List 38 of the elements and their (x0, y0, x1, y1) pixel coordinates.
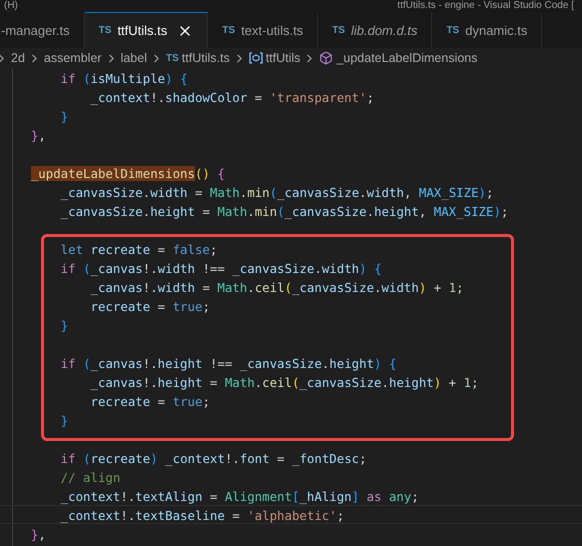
code-line: recreate = true; (90, 298, 211, 315)
code-line: } (60, 108, 70, 125)
module-icon (248, 52, 263, 64)
code-line: _context!.shadowColor = 'transparent'; (90, 89, 376, 106)
typescript-icon: TS (166, 52, 179, 64)
typescript-icon: TS (332, 25, 345, 36)
code-line: }, (30, 127, 47, 144)
breadcrumb-item[interactable]: ttfUtils (266, 51, 300, 65)
window-title: ttfUtils.ts - engine - Visual Studio Code [ (397, 0, 574, 12)
code-line: _canvas!.width = Math.ceil(_canvasSize.width) + 1; (90, 279, 465, 296)
code-line: _canvasSize.width = Math.min(_canvasSize.width, MAX_SIZE); (60, 184, 494, 201)
code-line: }, (30, 526, 47, 543)
breadcrumb-item[interactable]: _updateLabelDimensions (336, 51, 478, 65)
code-line: // align (60, 469, 122, 486)
code-line: } (60, 317, 70, 334)
code-line: _updateLabelDimensions() { (30, 165, 226, 182)
code-line: if (isMultiple) { (60, 70, 189, 87)
code-line: if (recreate) _context!.font = _fontDesc; (60, 450, 368, 467)
breadcrumb-item[interactable]: ttfUtils.ts (182, 51, 230, 65)
code-line: recreate = true; (90, 393, 211, 410)
typescript-icon: TS (446, 25, 460, 36)
editor-tab[interactable]: -manager.ts (0, 12, 85, 48)
breadcrumb-item[interactable]: 2d (11, 51, 25, 65)
code-line: _canvasSize.height = Math.min(_canvasSize.height, MAX_SIZE); (60, 203, 510, 220)
menu-item[interactable]: (H) (4, 0, 18, 12)
typescript-icon: TS (98, 25, 112, 36)
editor-tab[interactable]: TS ttfUtils.ts (84, 12, 208, 48)
code-line: let recreate = false; (60, 241, 218, 258)
code-line: if (_canvas!.width !== _canvasSize.width) { (60, 260, 383, 277)
code-line: _canvas!.height = Math.ceil(_canvasSize.height) + 1; (90, 374, 480, 391)
typescript-icon: TS (222, 25, 236, 36)
code-line: if (_canvas!.height !== _canvasSize.height) { (60, 355, 398, 372)
breadcrumb-item[interactable]: assembler (44, 51, 102, 65)
breadcrumb-item[interactable]: label (120, 51, 147, 65)
code-line: _context!.textBaseline = 'alphabetic'; (1, 505, 582, 524)
code-line: _context!.textAlign = Alignment[_hAlign] as any; (60, 488, 420, 505)
code-line: } (60, 412, 70, 429)
cube-icon (319, 51, 334, 65)
